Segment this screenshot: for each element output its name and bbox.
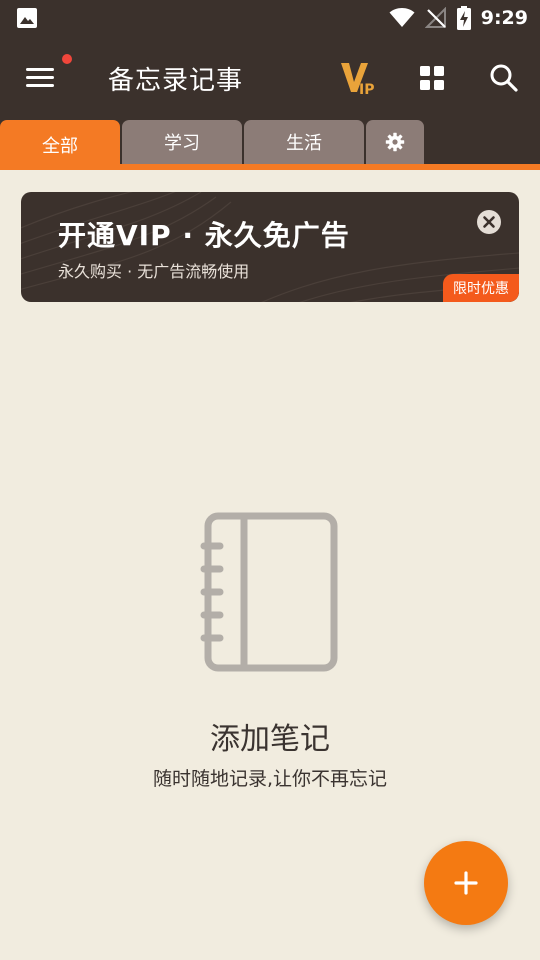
close-circle-icon[interactable]	[476, 209, 502, 235]
banner-title: 开通VIP · 永久免广告	[58, 219, 350, 252]
grid-view-icon[interactable]	[418, 64, 446, 92]
vip-banner[interactable]: 开通VIP · 永久免广告 永久购买 · 无广告流畅使用 限时优惠	[21, 192, 519, 302]
no-signal-icon	[424, 7, 446, 28]
empty-state-subtitle: 随时随地记录,让你不再忘记	[152, 768, 388, 790]
tab-label: 生活	[286, 133, 322, 154]
wifi-icon	[389, 8, 415, 27]
notification-dot	[62, 54, 72, 64]
tab-settings[interactable]	[366, 120, 424, 164]
menu-icon[interactable]	[26, 64, 56, 92]
tab-label: 学习	[164, 133, 200, 154]
battery-charging-icon	[456, 6, 471, 30]
svg-text:IP: IP	[359, 82, 374, 96]
tab-study[interactable]: 学习	[122, 120, 242, 164]
image-icon	[17, 8, 37, 28]
notebook-icon	[200, 512, 338, 672]
status-bar: 9:29	[0, 0, 540, 36]
search-icon[interactable]	[488, 62, 520, 94]
vip-icon[interactable]: IP	[340, 60, 376, 96]
status-time: 9:29	[480, 7, 528, 29]
add-note-button[interactable]	[424, 841, 508, 925]
promo-badge: 限时优惠	[443, 274, 519, 302]
app-title: 备忘录记事	[108, 66, 244, 96]
gear-icon	[385, 132, 405, 152]
tab-label: 全部	[42, 136, 78, 157]
empty-state-title: 添加笔记	[210, 722, 330, 757]
app-screen: 9:29 备忘录记事 IP 全部 学习 生活 开通VIP · 永久免广告 永久购…	[0, 0, 540, 960]
app-bar: 备忘录记事 IP	[0, 36, 540, 120]
tab-life[interactable]: 生活	[244, 120, 364, 164]
tab-all[interactable]: 全部	[0, 120, 120, 170]
plus-icon	[454, 871, 478, 895]
banner-subtitle: 永久购买 · 无广告流畅使用	[58, 262, 250, 281]
category-tabs: 全部 学习 生活	[0, 120, 540, 170]
